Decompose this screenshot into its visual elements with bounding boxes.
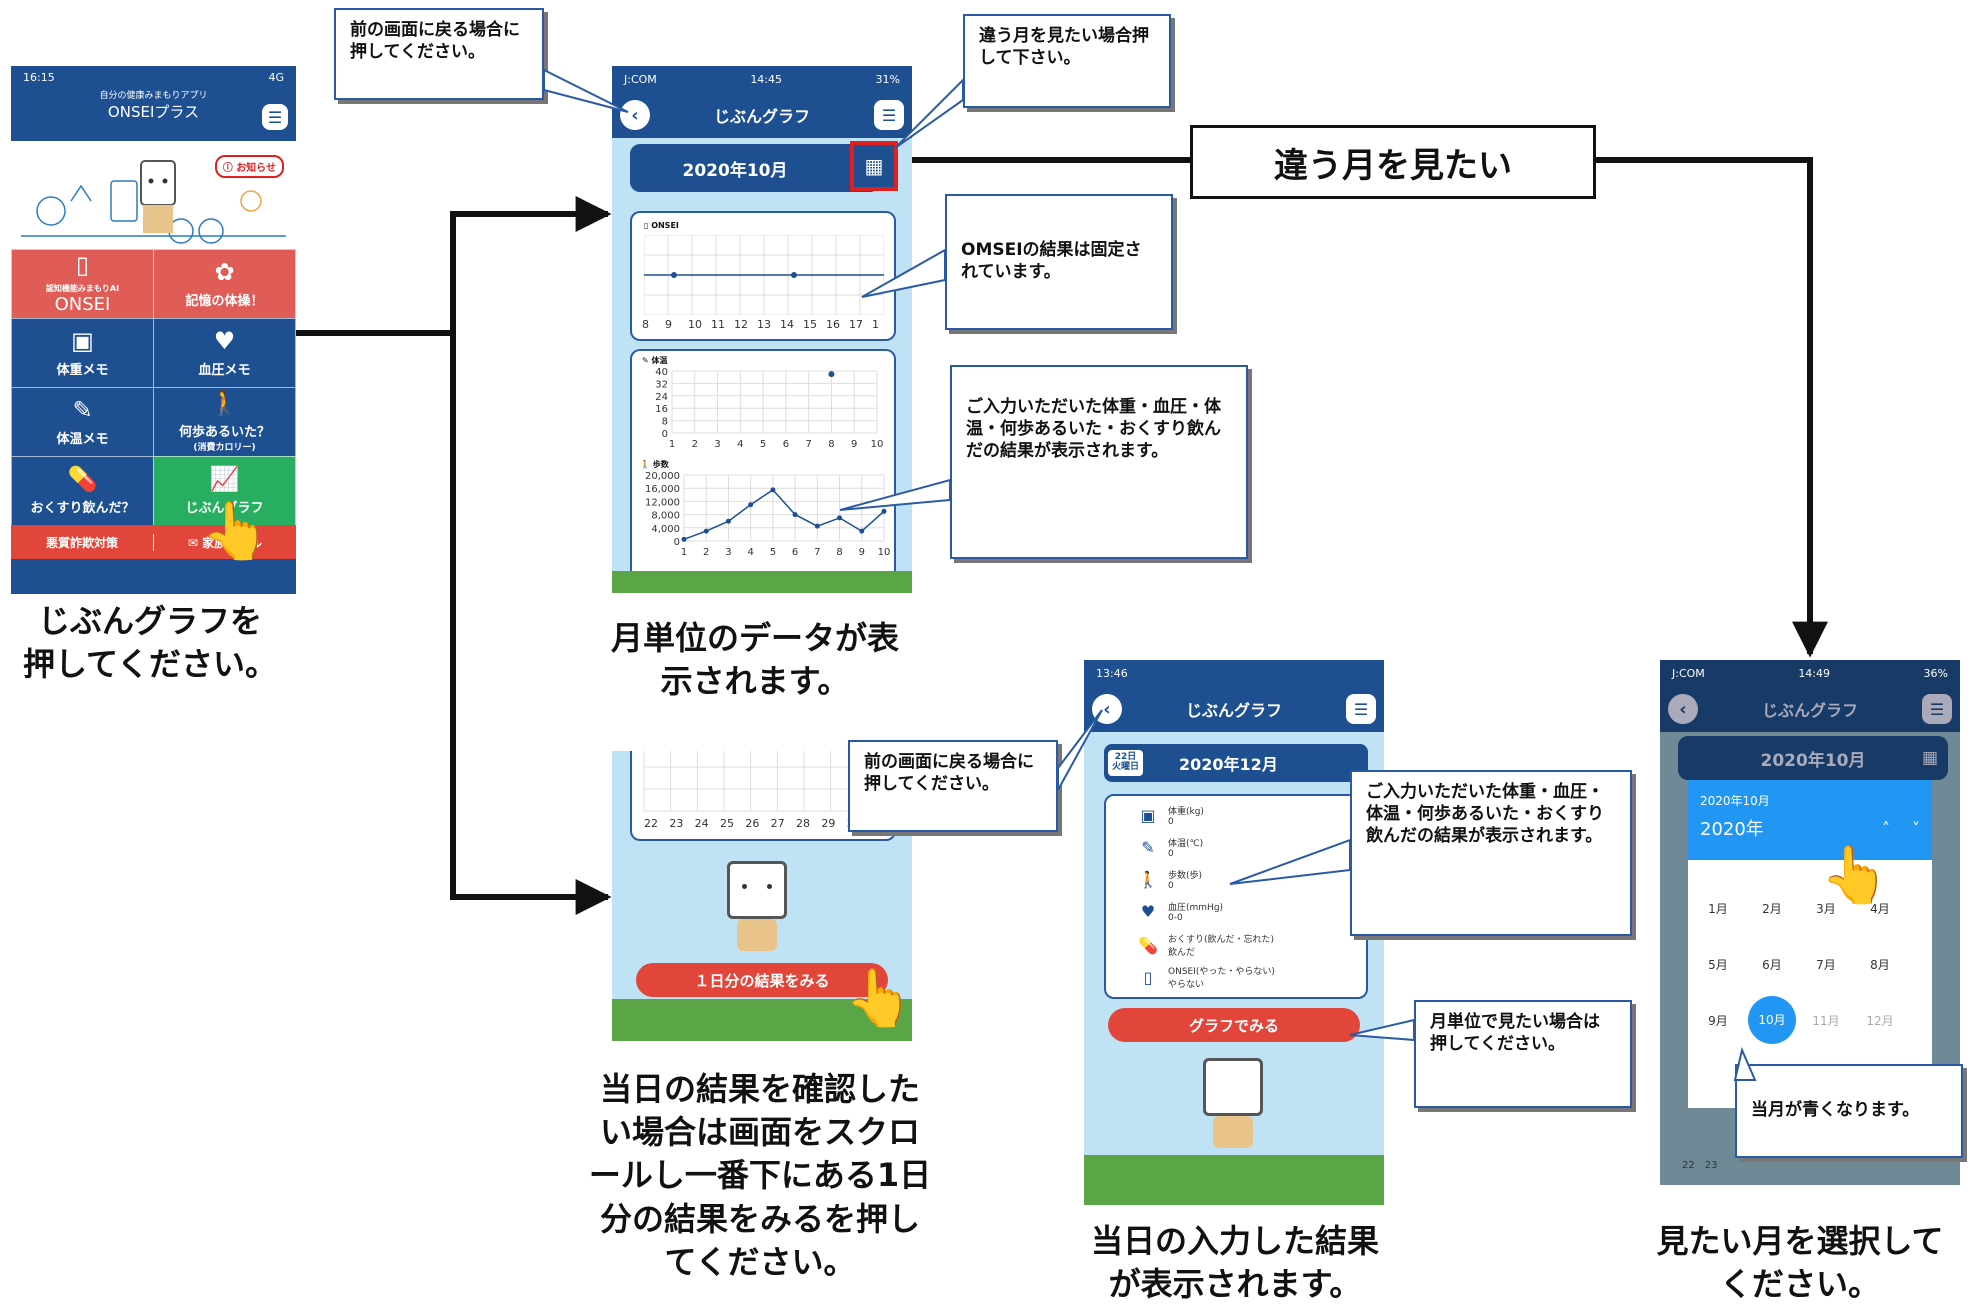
callout-pointers [543, 68, 1757, 1081]
